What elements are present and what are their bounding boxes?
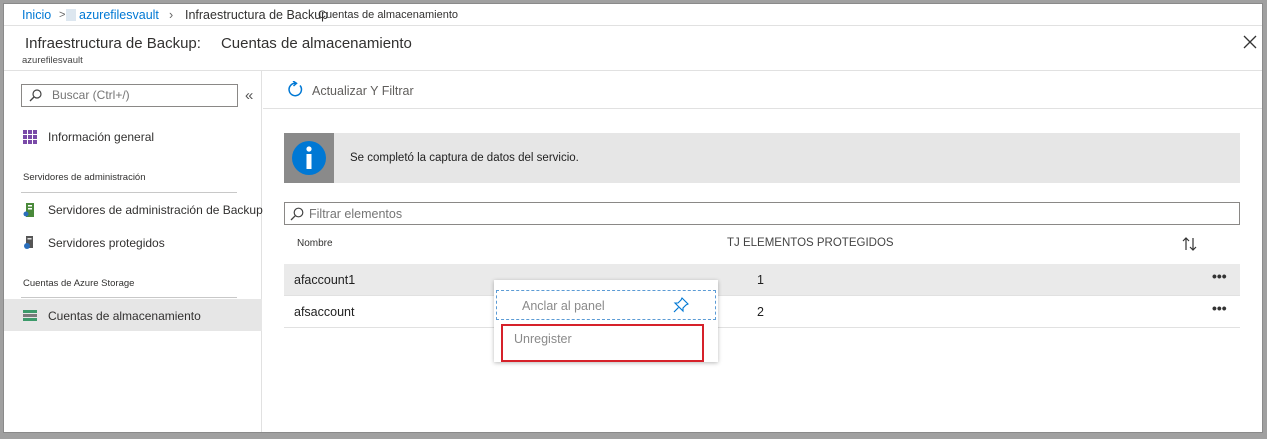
storage-account-icon [23, 310, 37, 321]
page-subtitle: azurefilesvault [22, 55, 83, 66]
page-title: Infraestructura de Backup: Cuentas de alm… [25, 35, 412, 52]
filter-input[interactable] [309, 207, 709, 221]
pin-to-dashboard-item[interactable]: Anclar al panel [496, 290, 716, 320]
unregister-item[interactable]: Unregister [501, 324, 704, 362]
refresh-button[interactable]: Actualizar Y Filtrar [312, 84, 414, 98]
section-header-mgmt: Servidores de administración [23, 172, 146, 183]
menu-item-label: Servidores de administración de Backup [48, 203, 263, 217]
more-options-icon[interactable]: ••• [1212, 268, 1227, 284]
breadcrumb-infra-link[interactable]: Infraestructura de Backup [185, 8, 328, 22]
page-title-main: Infraestructura de Backup: [25, 35, 201, 52]
sort-icon[interactable] [1181, 236, 1199, 252]
chevron-right-icon: › [169, 8, 174, 22]
info-icon [284, 133, 334, 183]
breadcrumb-vault-link[interactable]: azurefilesvault [79, 8, 159, 22]
breadcrumb-home-link[interactable]: Inicio [22, 8, 51, 22]
storage-account-name: afaccount1 [294, 273, 356, 287]
left-menu: « Información general Servidores de admi… [4, 71, 263, 432]
menu-item-label: Servidores protegidos [48, 236, 165, 250]
storage-account-name: afsaccount [294, 305, 355, 319]
pin-icon [673, 297, 689, 313]
column-header-protected-items[interactable]: TJ ELEMENTOS PROTEGIDOS [727, 237, 894, 249]
menu-search[interactable] [21, 84, 238, 107]
protected-items-count: 2 [757, 305, 764, 319]
server-icon [23, 203, 34, 217]
info-banner: Se completó la captura de datos del serv… [284, 133, 1240, 183]
menu-search-input[interactable] [52, 88, 232, 102]
section-header-storage: Cuentas de Azure Storage [23, 278, 135, 289]
protected-server-icon [24, 236, 33, 249]
section-divider [21, 297, 237, 298]
more-options-icon[interactable]: ••• [1212, 300, 1227, 316]
menu-item-overview[interactable]: Información general [4, 122, 262, 154]
breadcrumb-separator: > [59, 9, 66, 21]
breadcrumb-mask [66, 9, 76, 21]
context-menu: Anclar al panel Unregister [494, 280, 718, 362]
close-icon[interactable] [1242, 34, 1258, 50]
table-row[interactable]: afaccount1 1 ••• [284, 264, 1240, 296]
menu-item-protected-servers[interactable]: Servidores protegidos [4, 228, 262, 260]
collapse-menu-icon[interactable]: « [245, 87, 253, 104]
search-icon [29, 89, 42, 102]
page-title-sub: Cuentas de almacenamiento [220, 35, 412, 52]
info-circle-icon [292, 141, 326, 175]
menu-item-storage-accounts[interactable]: Cuentas de almacenamiento [4, 299, 262, 331]
breadcrumb-current: Cuentas de almacenamiento [318, 9, 459, 21]
menu-item-label: Cuentas de almacenamiento [48, 309, 201, 323]
menu-item-label: Información general [48, 130, 155, 144]
menu-item-backup-mgmt-servers[interactable]: Servidores de administración de Backup [4, 195, 263, 227]
section-divider [21, 192, 237, 193]
pin-to-dashboard-label: Anclar al panel [522, 299, 605, 313]
search-icon [290, 207, 304, 221]
unregister-label: Unregister [514, 332, 572, 346]
protected-items-count: 1 [757, 273, 764, 287]
command-bar: Actualizar Y Filtrar [263, 71, 1262, 109]
column-header-name[interactable]: Nombre [297, 238, 333, 249]
grid-icon [23, 130, 37, 144]
refresh-icon[interactable] [287, 81, 304, 98]
table-row[interactable]: afsaccount 2 ••• [284, 296, 1240, 328]
breadcrumb: Inicio > azurefilesvault › Infraestructu… [4, 4, 1262, 26]
filter-items[interactable] [284, 202, 1240, 225]
info-message: Se completó la captura de datos del serv… [350, 152, 579, 164]
